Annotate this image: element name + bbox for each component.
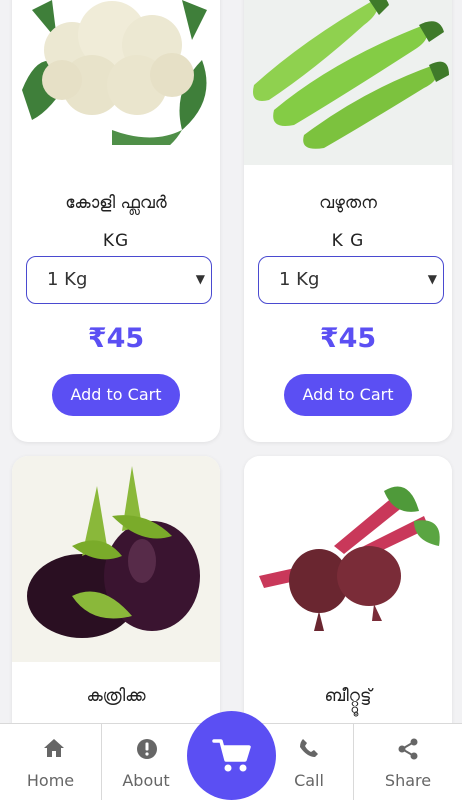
- product-name: വഴുതന: [319, 193, 377, 213]
- nav-about[interactable]: About: [101, 724, 191, 800]
- product-card[interactable]: കത്രിക്ക: [12, 456, 220, 756]
- product-name: കോളി ഫ്ലവർ: [65, 193, 167, 213]
- cart-button[interactable]: [187, 711, 276, 800]
- quantity-select-value: 1 Kg: [279, 269, 320, 290]
- nav-home[interactable]: Home: [0, 724, 101, 800]
- chevron-down-icon: ▼: [195, 272, 205, 286]
- nav-share[interactable]: Share: [354, 724, 462, 800]
- product-price: ₹45: [319, 323, 377, 354]
- product-unit: K G: [331, 231, 365, 251]
- product-price: ₹45: [87, 323, 145, 354]
- chevron-down-icon: ▼: [427, 272, 437, 286]
- nav-about-label: About: [122, 771, 170, 790]
- eggplant-image[interactable]: [12, 456, 220, 662]
- home-icon: [0, 738, 101, 760]
- nav-call-label: Call: [294, 771, 324, 790]
- nav-share-label: Share: [384, 771, 432, 790]
- nav-call[interactable]: Call: [265, 724, 353, 800]
- cauliflower-image[interactable]: [12, 0, 220, 145]
- product-unit: KG: [102, 231, 130, 251]
- add-to-cart-button[interactable]: Add to Cart: [284, 374, 412, 416]
- quantity-select[interactable]: 1 Kg ▼: [258, 256, 444, 304]
- phone-icon: [265, 738, 353, 760]
- quantity-select[interactable]: 1 Kg ▼: [26, 256, 212, 304]
- product-name: കത്രിക്ക: [86, 686, 146, 706]
- product-grid: കോളി ഫ്ലവർ KG 1 Kg ▼ ₹45 Add to Cart വഴു…: [0, 0, 462, 800]
- quantity-select-value: 1 Kg: [47, 269, 88, 290]
- product-card[interactable]: കോളി ഫ്ലവർ KG 1 Kg ▼ ₹45 Add to Cart: [12, 0, 220, 442]
- beetroot-image[interactable]: [244, 456, 452, 662]
- product-name: ബീറ്റ്റൂട്ട്: [324, 686, 372, 706]
- long-eggplant-image[interactable]: [244, 0, 452, 165]
- add-to-cart-button[interactable]: Add to Cart: [52, 374, 180, 416]
- product-card[interactable]: വഴുതന K G 1 Kg ▼ ₹45 Add to Cart: [244, 0, 452, 442]
- nav-home-label: Home: [26, 771, 75, 790]
- info-icon: [101, 738, 191, 760]
- share-icon: [354, 738, 462, 760]
- product-card[interactable]: ബീറ്റ്റൂട്ട്: [244, 456, 452, 756]
